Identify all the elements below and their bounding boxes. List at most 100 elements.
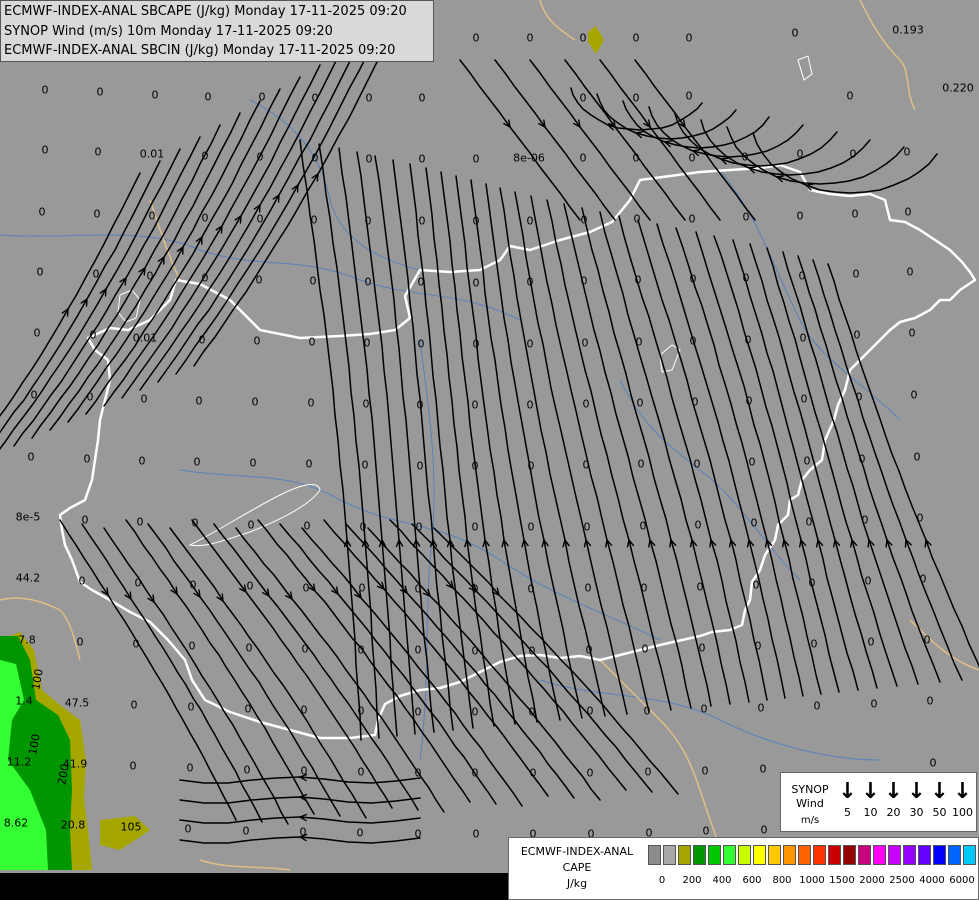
cin-value-label: 0: [742, 210, 750, 224]
cape-swatch: [933, 845, 946, 865]
synop-item-50: ↓ 50: [928, 779, 951, 821]
cape-tick-label: 200: [682, 875, 702, 886]
cin-value-label: 0: [799, 331, 807, 345]
cin-value-label: 0: [472, 827, 480, 841]
cin-value-label: 1.4: [15, 694, 33, 708]
cin-value-label: 0: [637, 457, 645, 471]
wind-arrow-icon: ↓: [861, 779, 880, 804]
cin-value-label: 0: [362, 397, 370, 411]
cin-value-label: 0: [134, 576, 142, 590]
cin-value-label: 0: [929, 756, 937, 770]
cin-value-label: 0: [791, 26, 799, 40]
cin-value-label: 0: [633, 212, 641, 226]
cin-value-label: 0: [864, 574, 872, 588]
cape-swatch: [738, 845, 751, 865]
cape-tick-label: 4000: [919, 875, 945, 886]
cin-value-label: 41.9: [62, 757, 88, 771]
synop-value: 10: [863, 806, 878, 819]
cin-value-label: 0: [702, 824, 710, 838]
cin-value-label: 0: [808, 576, 816, 590]
cin-value-label: 0: [302, 581, 310, 595]
cape-legend-title: ECMWF-INDEX-ANAL CAPE J/kg: [513, 844, 641, 892]
cin-value-label: 20.8: [60, 818, 86, 832]
cin-value-label: 0: [688, 151, 696, 165]
cin-value-label: 0: [417, 337, 425, 351]
cin-value-label: 0: [586, 704, 594, 718]
cape-tick-label: 2000: [859, 875, 885, 886]
cin-value-label: 0: [689, 272, 697, 286]
cin-value-label: 0: [748, 455, 756, 469]
cin-value-label: 0: [201, 211, 209, 225]
cin-value-label: 0: [644, 765, 652, 779]
cin-value-label: 0: [582, 458, 590, 472]
cin-value-label: 0: [30, 388, 38, 402]
cin-value-label: 0: [579, 31, 587, 45]
title-line-cape: ECMWF-INDEX-ANAL SBCAPE (J/kg) Monday 17…: [4, 4, 407, 19]
cin-value-label: 0: [757, 701, 765, 715]
cin-value-label: 0: [41, 83, 49, 97]
cape-swatch: [903, 845, 916, 865]
cin-value-label: 0: [640, 581, 648, 595]
cin-value-label: 0: [579, 151, 587, 165]
cin-value-label: 0: [251, 395, 259, 409]
cin-value-label: 0: [926, 694, 934, 708]
synop-item-10: ↓ 10: [859, 779, 882, 821]
cin-value-label: 7.8: [18, 633, 36, 647]
cin-value-label: 0: [243, 763, 251, 777]
cin-value-label: 0: [310, 213, 318, 227]
cin-value-label: 0: [852, 267, 860, 281]
cin-value-label: 0: [300, 764, 308, 778]
cape-swatch: [828, 845, 841, 865]
cin-value-label: 0: [741, 150, 749, 164]
cin-value-label: 0: [527, 520, 535, 534]
cin-value-label: 0: [191, 516, 199, 530]
cin-value-label: 0: [639, 519, 647, 533]
cin-value-label: 0: [198, 333, 206, 347]
cin-value-label: 0: [694, 518, 702, 532]
cin-value-label: 0: [849, 147, 857, 161]
cin-value-label: 0: [242, 824, 250, 838]
cin-value-label: 0: [800, 392, 808, 406]
cape-swatch: [948, 845, 961, 865]
cin-value-label: 0: [184, 822, 192, 836]
cin-value-label: 0: [685, 89, 693, 103]
cin-value-label: 0: [579, 91, 587, 105]
cin-value-label: 0: [414, 705, 422, 719]
cin-value-label: 0: [472, 214, 480, 228]
wind-arrow-icon: ↓: [930, 779, 949, 804]
cin-value-label: 0: [471, 582, 479, 596]
cape-tick-label: 0: [658, 875, 666, 886]
cin-value-label: 0: [913, 450, 921, 464]
cin-value-label: 0: [94, 145, 102, 159]
cape-tick-row: 0 200 400 600 800 1000 1500 2000 2500 4000 6000: [648, 875, 978, 889]
cin-value-label: 0: [249, 456, 257, 470]
cin-value-label: 0: [853, 328, 861, 342]
cin-value-label: 0: [580, 274, 588, 288]
wind-arrow-icon: ↓: [953, 779, 972, 804]
cin-value-label: 0: [359, 520, 367, 534]
cin-value-label: 0: [417, 275, 425, 289]
cape-color-legend: ECMWF-INDEX-ANAL CAPE J/kg 0 200 400 600 800…: [508, 837, 979, 900]
cin-value-label: 0: [906, 265, 914, 279]
cape-tick-label: 400: [712, 875, 732, 886]
cin-value-label: 0: [904, 205, 912, 219]
cin-value-label: 0: [691, 395, 699, 409]
cin-value-label: 0: [632, 151, 640, 165]
cin-value-label: 0: [148, 209, 156, 223]
cin-value-label: 0: [526, 275, 534, 289]
wind-arrow-icon: ↓: [907, 779, 926, 804]
cin-value-label: 8e-06: [513, 151, 545, 165]
cape-swatch: [708, 845, 721, 865]
cin-value-label: 0: [919, 572, 927, 586]
cape-swatch: [873, 845, 886, 865]
cin-value-label: 0: [151, 88, 159, 102]
cin-value-label: 0: [193, 455, 201, 469]
title-line-synop: SYNOP Wind (m/s) 10m Monday 17-11-2025 0…: [4, 23, 333, 39]
cin-value-label: 0: [76, 635, 84, 649]
cin-value-label: 0: [698, 641, 706, 655]
cin-value-label: 0: [195, 394, 203, 408]
cape-tick-label: 2500: [889, 875, 915, 886]
cin-value-label: 0: [311, 151, 319, 165]
cin-value-label: 0: [696, 580, 704, 594]
cin-value-label: 0: [700, 702, 708, 716]
